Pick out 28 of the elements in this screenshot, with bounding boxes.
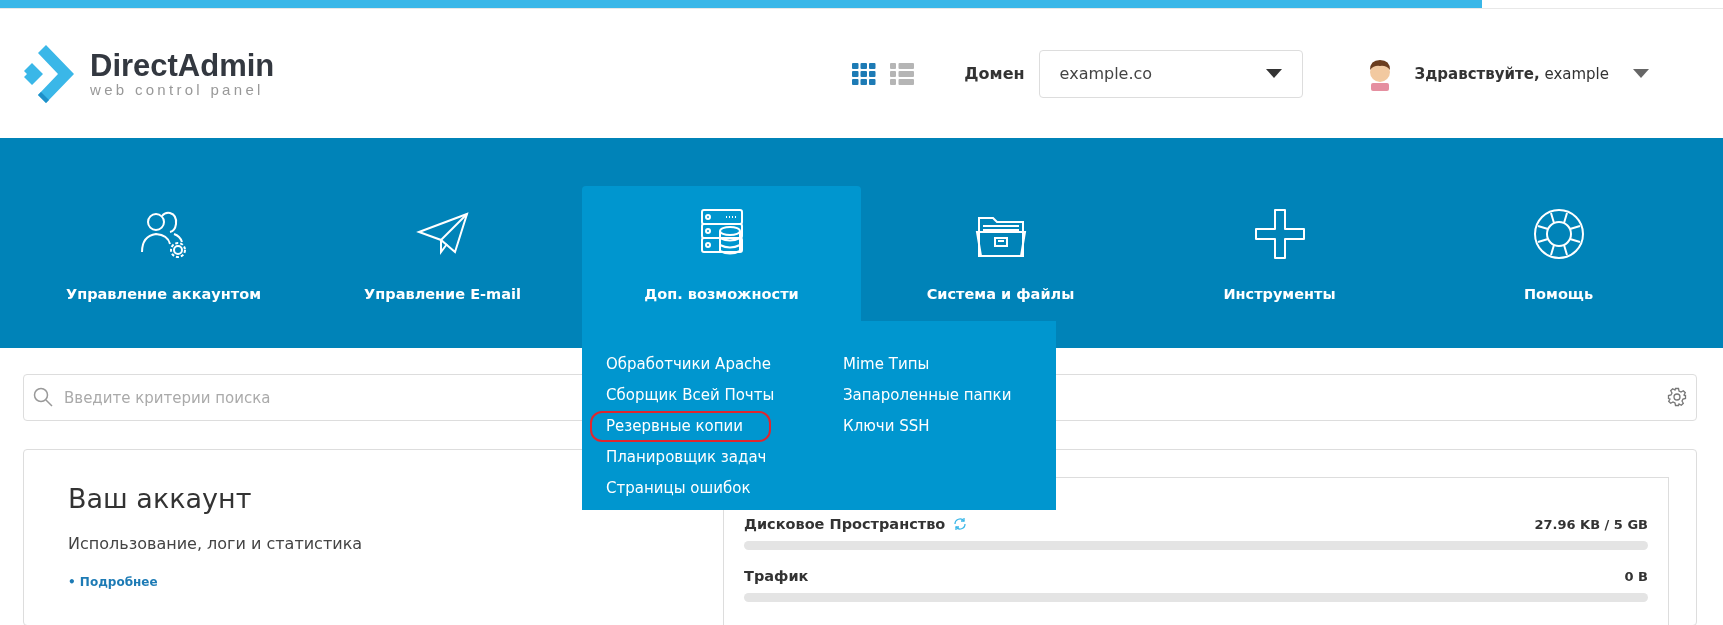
caret-icon: [1265, 68, 1282, 79]
menu-item[interactable]: Страницы ошибок: [602, 473, 755, 504]
nav-tab[interactable]: Инструменты: [1140, 186, 1419, 321]
usage-label: Трафик: [744, 568, 809, 584]
menu-item[interactable]: Сборщик Всей Почты: [602, 380, 779, 411]
nav-tab[interactable]: Система и файлы: [861, 186, 1140, 321]
nav-tab[interactable]: Управление аккаунтом: [24, 186, 303, 321]
menu-item[interactable]: Планировщик задач: [602, 442, 771, 473]
caret-icon[interactable]: [1633, 68, 1649, 79]
greeting-text: Здравствуйте, example: [1414, 64, 1609, 83]
domain-label: Домен: [964, 64, 1025, 83]
logo-tagline: web control panel: [90, 81, 265, 98]
grid-view-button[interactable]: [852, 62, 877, 85]
nav-tab[interactable]: Доп. возможности: [582, 186, 861, 321]
domain-select[interactable]: example.co: [1038, 49, 1303, 98]
card-subtitle: Использование, логи и статистика: [68, 534, 363, 553]
menu-item[interactable]: Запароленные папки: [839, 380, 1016, 411]
menu-item[interactable]: Резервные копии: [590, 411, 772, 442]
settings-icon[interactable]: [1667, 387, 1687, 407]
card-title: Ваш аккаунт: [68, 483, 252, 514]
usage-label: Дисковое Пространство: [744, 516, 946, 532]
logo-name: DirectAdmin: [90, 49, 275, 82]
nav-tab[interactable]: Управление E-mail: [303, 186, 582, 321]
details-link[interactable]: • Подробнее: [68, 575, 158, 589]
usage-value: 27.96 KB / 5 GB: [1534, 516, 1648, 532]
refresh-icon[interactable]: [953, 517, 968, 531]
usage-value: 0 B: [1624, 568, 1648, 584]
nav-tab[interactable]: Помощь: [1419, 186, 1698, 321]
